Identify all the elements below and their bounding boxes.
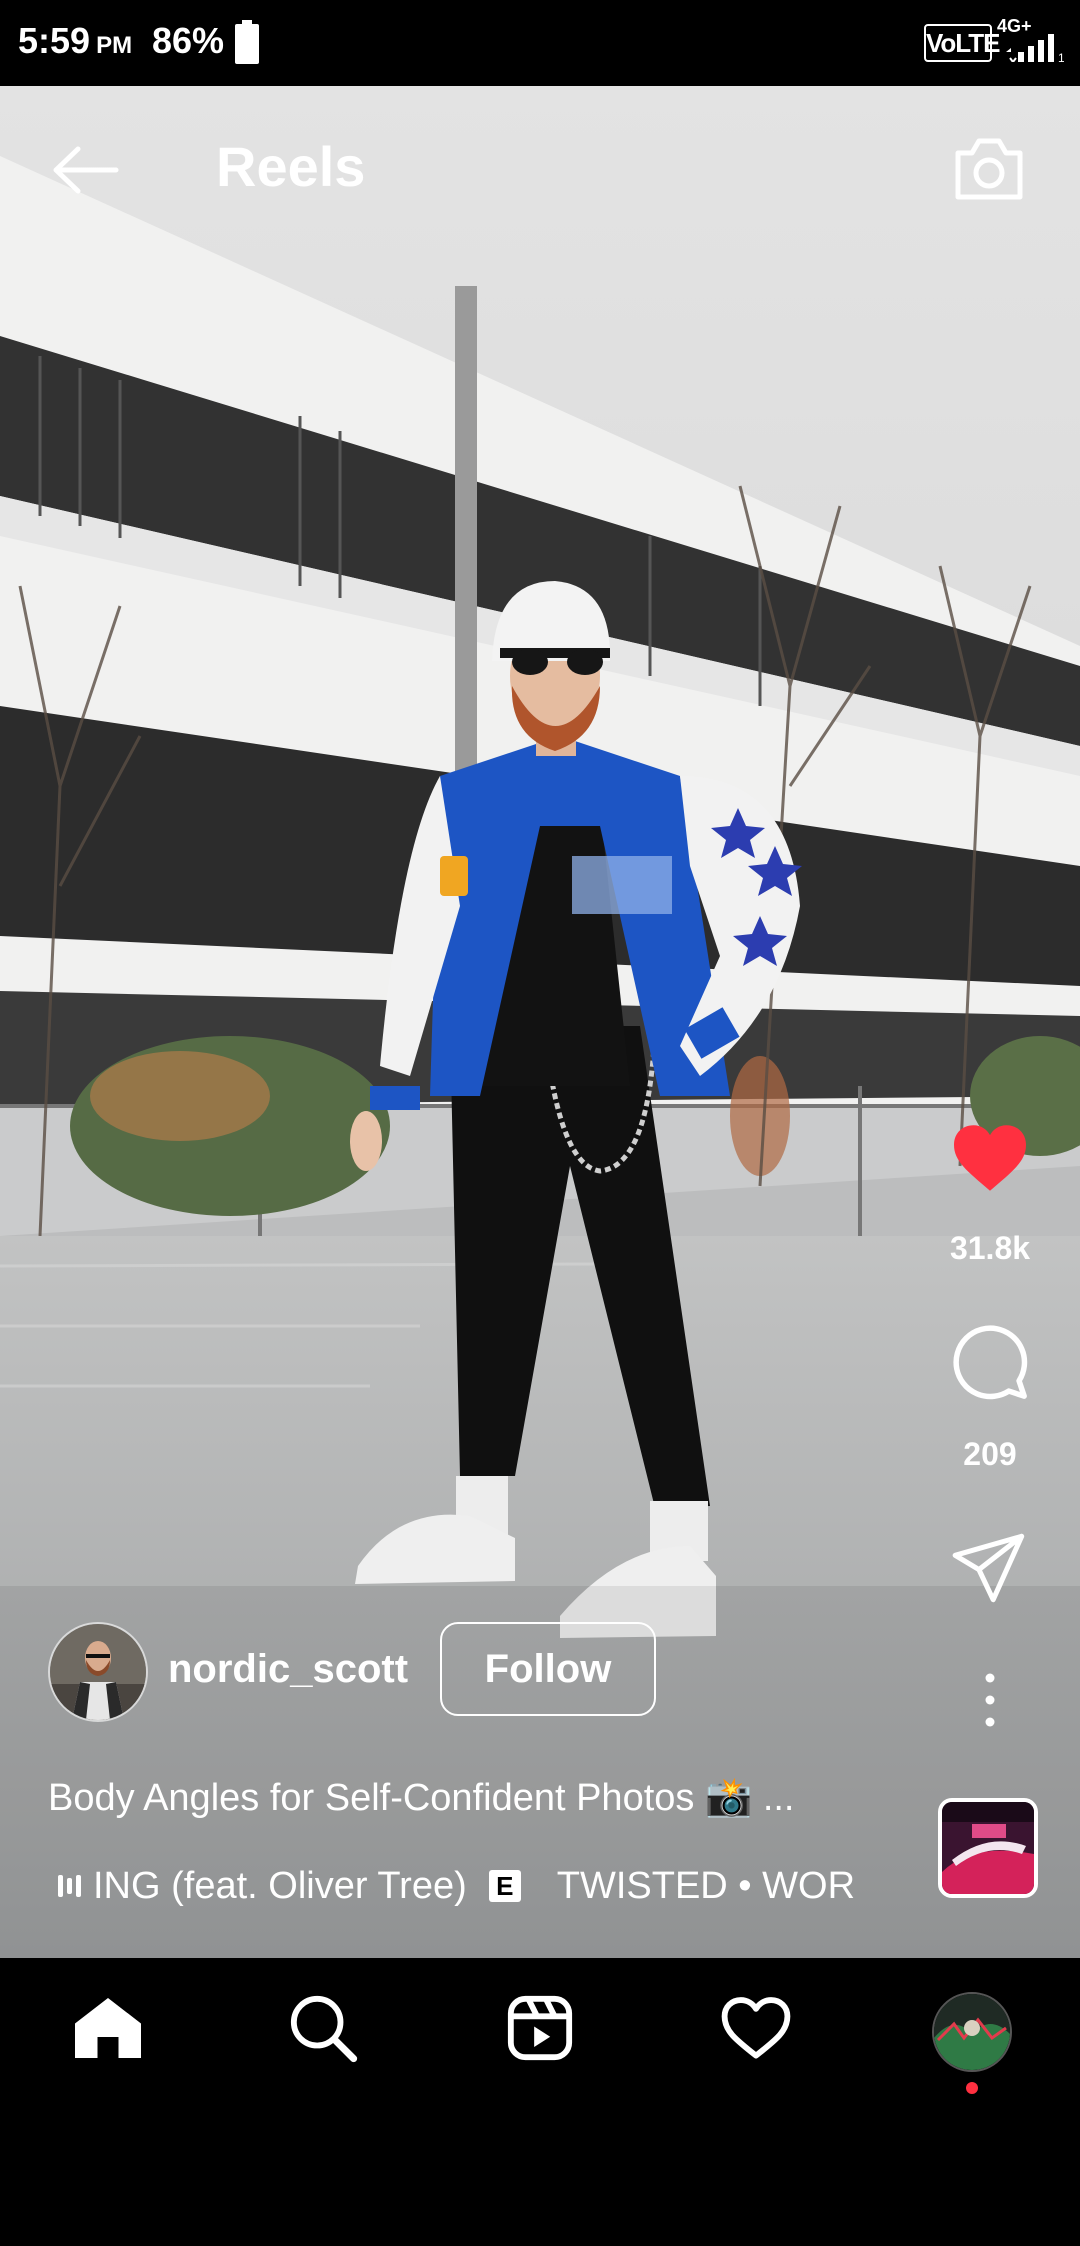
send-icon	[952, 1533, 1025, 1603]
back-arrow-icon[interactable]	[50, 145, 120, 195]
home-icon	[75, 1998, 141, 2058]
audio-cover-image	[942, 1802, 1034, 1894]
more-vertical-icon	[985, 1673, 995, 1727]
audio-wave-icon	[58, 1875, 85, 1897]
author-username[interactable]: nordic_scott	[168, 1647, 408, 1692]
search-icon	[290, 1995, 358, 2063]
audio-track-title: ING (feat. Oliver Tree)	[93, 1864, 467, 1907]
author-avatar-image	[50, 1624, 146, 1720]
camera-icon[interactable]	[952, 133, 1026, 203]
nav-profile-avatar[interactable]	[932, 1992, 1012, 2072]
more-options-button[interactable]	[945, 1660, 1035, 1740]
battery-icon	[235, 20, 259, 64]
like-count: 31.8k	[949, 1230, 1031, 1266]
like-button[interactable]	[945, 1118, 1035, 1198]
status-time: 5:59 PM	[18, 20, 133, 61]
heart-filled-icon	[954, 1125, 1026, 1191]
notification-dot	[966, 2082, 978, 2094]
comment-button[interactable]	[945, 1322, 1035, 1402]
signal-icon: 1	[1006, 34, 1064, 62]
reel-caption[interactable]: Body Angles for Self-Confident Photos 📸 …	[48, 1776, 795, 1820]
heart-icon	[721, 1997, 791, 2059]
nav-search[interactable]	[283, 1988, 363, 2068]
battery-percent: 86%	[152, 20, 225, 61]
volte-badge: VoLTE	[924, 24, 1000, 62]
audio-track-row[interactable]: ING (feat. Oliver Tree) E TWISTED • WOR	[58, 1862, 890, 1910]
author-avatar[interactable]	[48, 1622, 148, 1722]
share-button[interactable]	[945, 1528, 1035, 1608]
nav-activity[interactable]	[716, 1988, 796, 2068]
follow-button[interactable]: Follow	[440, 1622, 656, 1716]
page-title: Reels	[216, 135, 366, 198]
reels-icon	[507, 1995, 573, 2061]
nav-reels[interactable]	[500, 1988, 580, 2068]
status-bar: 5:59 PM 86% VoLTE 4G+ 1	[0, 0, 1080, 86]
comment-icon	[953, 1325, 1028, 1400]
svg-text:1: 1	[1058, 51, 1064, 62]
audio-track-next: TWISTED • WOR	[556, 1864, 856, 1907]
comment-count: 209	[963, 1436, 1017, 1472]
audio-cover-thumbnail[interactable]	[938, 1798, 1038, 1898]
profile-avatar-image	[934, 1994, 1010, 2070]
explicit-badge: E	[488, 1870, 521, 1902]
nav-home[interactable]	[68, 1988, 148, 2068]
